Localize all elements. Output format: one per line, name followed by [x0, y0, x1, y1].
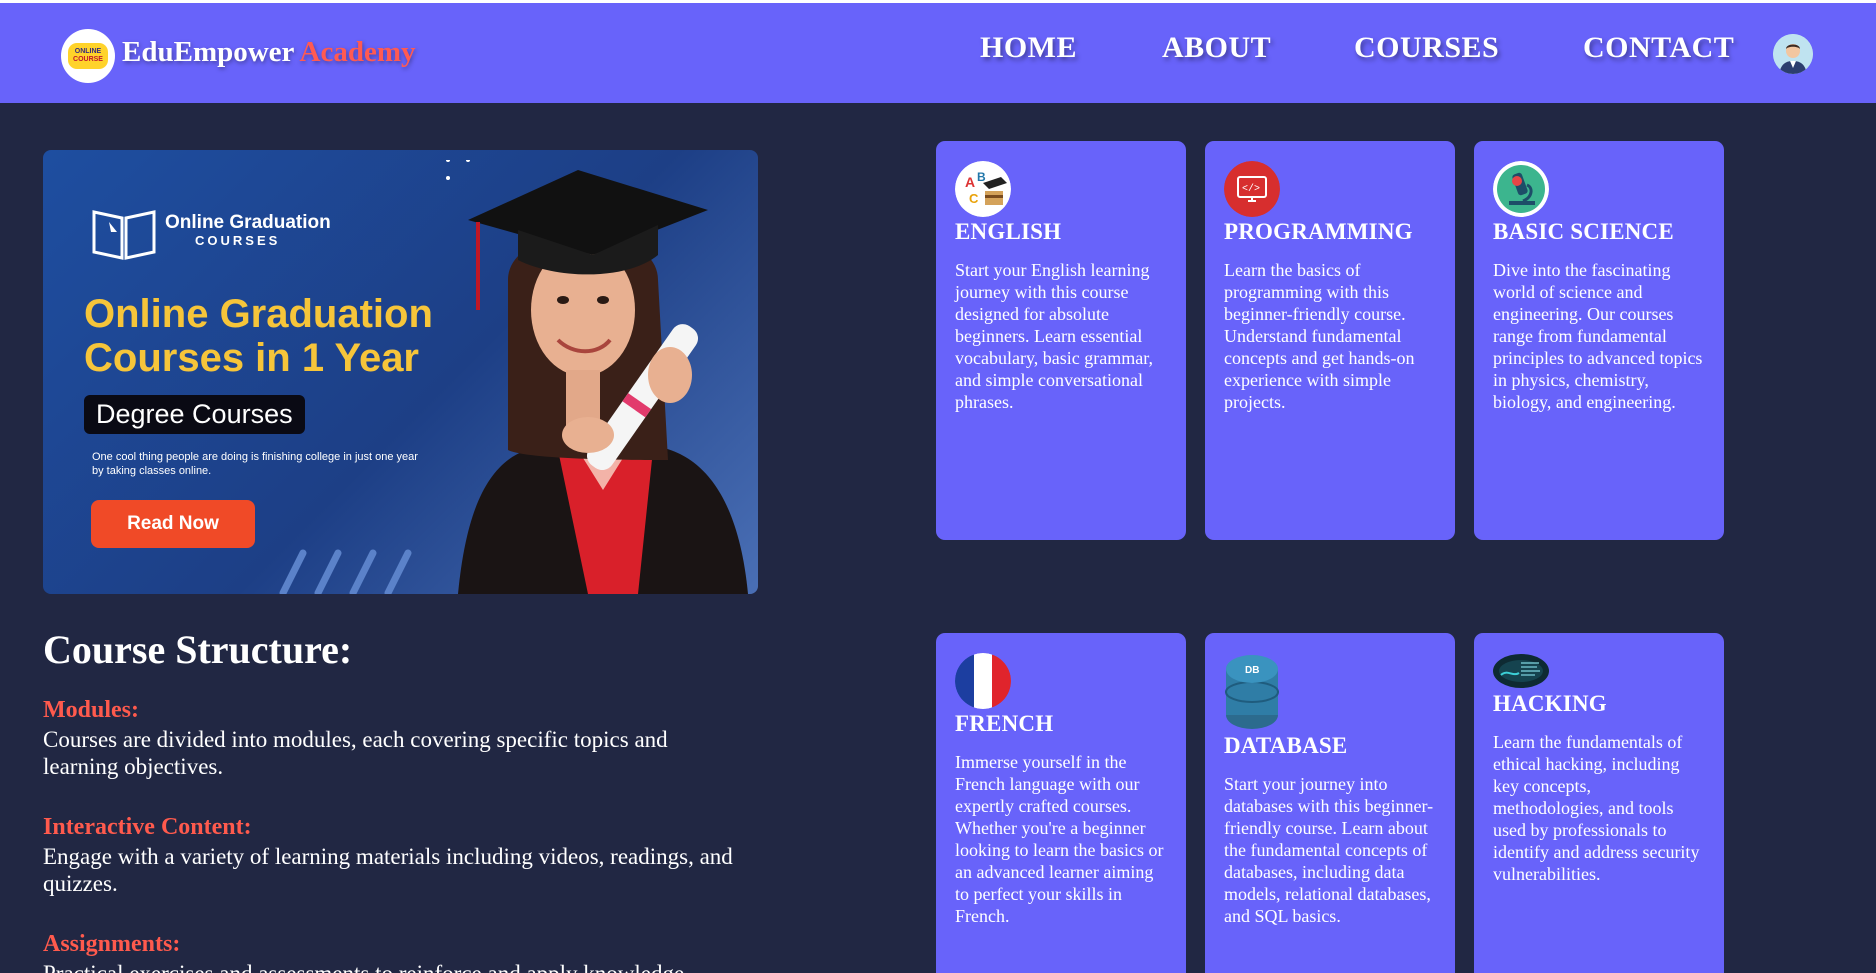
brand-main: EduEmpower — [122, 36, 294, 68]
hero-brand-title: Online Graduation — [165, 212, 331, 233]
read-now-button[interactable]: Read Now — [91, 500, 255, 548]
svg-text:B: B — [977, 170, 986, 184]
course-card-hacking[interactable]: HACKING Learn the fundamentals of ethica… — [1474, 633, 1724, 973]
hacking-icon — [1493, 653, 1549, 689]
course-desc-database: Start your journey into databases with t… — [1224, 774, 1434, 926]
course-title-programming: PROGRAMMING — [1224, 219, 1413, 244]
course-desc-french: Immerse yourself in the French language … — [955, 752, 1164, 926]
structure-heading-modules: Modules: — [43, 697, 139, 723]
structure-heading-interactive: Interactive Content: — [43, 814, 252, 840]
code-icon: </> — [1224, 161, 1280, 217]
nav-contact[interactable]: CONTACT — [1583, 31, 1734, 65]
course-title-hacking: HACKING — [1493, 691, 1607, 716]
logo-text-line2: COURSE — [73, 56, 103, 63]
course-desc-english: Start your English learning journey with… — [955, 260, 1154, 412]
course-structure-title: Course Structure: — [43, 627, 353, 672]
course-card-programming[interactable]: </> PROGRAMMING Learn the basics of prog… — [1205, 141, 1455, 540]
nav-home[interactable]: HOME — [980, 31, 1077, 65]
svg-text:A: A — [965, 174, 975, 190]
svg-text:</>: </> — [1242, 183, 1260, 195]
structure-text-modules: Courses are divided into modules, each c… — [43, 727, 668, 779]
svg-text:DB: DB — [1245, 665, 1259, 676]
structure-heading-assignments: Assignments: — [43, 931, 181, 957]
brand-accent: Academy — [299, 36, 416, 68]
course-card-database[interactable]: DB DATABASE Start your journey into data… — [1205, 633, 1455, 973]
open-book-icon — [92, 210, 156, 260]
hero-brand-sub: COURSES — [195, 233, 281, 248]
nav-about[interactable]: ABOUT — [1162, 31, 1271, 65]
course-title-database: DATABASE — [1224, 733, 1348, 758]
microscope-icon — [1493, 161, 1549, 217]
course-title-english: ENGLISH — [955, 219, 1062, 244]
logo-badge: ONLINE COURSE — [68, 43, 108, 69]
course-desc-programming: Learn the basics of programming with thi… — [1224, 260, 1415, 412]
hero-headline: Online Graduation Courses in 1 Year — [84, 292, 433, 380]
logo-icon[interactable]: ONLINE COURSE — [61, 29, 115, 83]
course-desc-hacking: Learn the fundamentals of ethical hackin… — [1493, 732, 1700, 884]
hero-pill: Degree Courses — [84, 395, 305, 434]
hero-brand: Online Graduation COURSES — [165, 212, 331, 250]
course-card-english[interactable]: A B C ENGLISH Start your English learnin… — [936, 141, 1186, 540]
course-title-basic-science: BASIC SCIENCE — [1493, 219, 1674, 244]
hero-banner[interactable]: Online Graduation COURSES Online Graduat… — [43, 150, 758, 594]
brand-name[interactable]: EduEmpower Academy — [122, 36, 416, 69]
english-icon: A B C — [955, 161, 1011, 217]
structure-text-assignments: Practical exercises and assessments to r… — [43, 960, 743, 973]
logo-text-line1: ONLINE — [74, 48, 102, 55]
top-navbar: ONLINE COURSE EduEmpower Academy HOME AB… — [0, 0, 1876, 103]
svg-text:C: C — [969, 191, 979, 206]
course-title-french: FRENCH — [955, 711, 1054, 736]
nav-courses[interactable]: COURSES — [1354, 31, 1499, 65]
structure-text-interactive: Engage with a variety of learning materi… — [43, 844, 733, 896]
french-flag-icon — [955, 653, 1011, 709]
graduate-illustration — [446, 160, 748, 594]
hero-small-text: One cool thing people are doing is finis… — [92, 451, 418, 477]
course-desc-basic-science: Dive into the fascinating world of scien… — [1493, 260, 1703, 412]
course-card-french[interactable]: FRENCH Immerse yourself in the French la… — [936, 633, 1186, 973]
course-card-basic-science[interactable]: BASIC SCIENCE Dive into the fascinating … — [1474, 141, 1724, 540]
user-avatar-icon[interactable] — [1773, 34, 1813, 74]
database-icon: DB — [1224, 653, 1280, 731]
page: ONLINE COURSE EduEmpower Academy HOME AB… — [0, 0, 1876, 973]
